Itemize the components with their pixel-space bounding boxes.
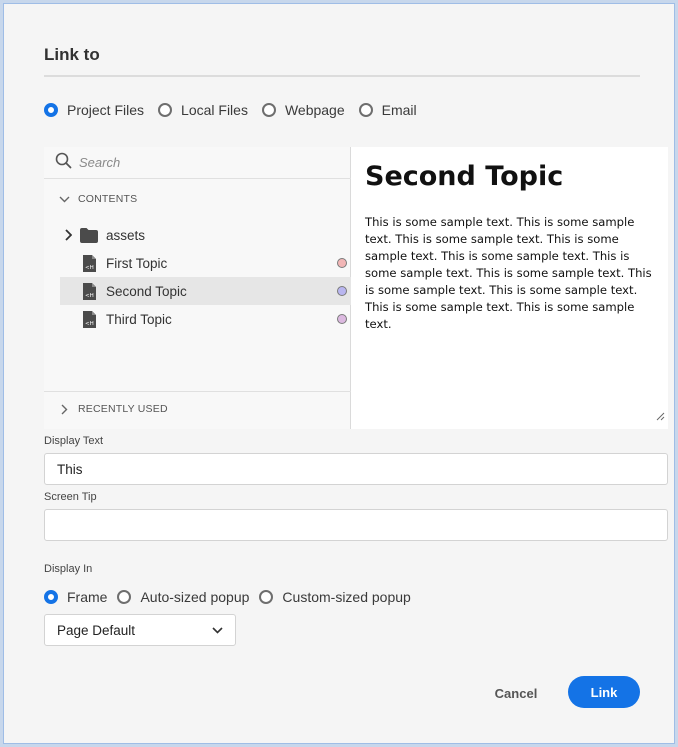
radio-dot[interactable] <box>44 590 58 604</box>
tree-item-third-topic[interactable]: <H Third Topic <box>60 305 351 333</box>
contents-label: CONTENTS <box>78 193 138 205</box>
radio-label: Local Files <box>181 102 248 118</box>
link-button[interactable]: Link <box>568 676 640 708</box>
chevron-down-icon <box>212 621 223 639</box>
tree-item-assets[interactable]: assets <box>60 221 351 249</box>
topic-file-icon: <H <box>80 282 98 300</box>
radio-local-files[interactable]: Local Files <box>158 102 248 118</box>
screen-tip-input[interactable] <box>44 509 668 541</box>
search-input[interactable] <box>79 155 319 170</box>
radio-custom-sized-popup[interactable]: Custom-sized popup <box>259 589 411 605</box>
dialog-title: Link to <box>44 45 100 64</box>
radio-dot[interactable] <box>261 103 276 117</box>
tree-item-label: First Topic <box>106 255 168 271</box>
radio-dot[interactable] <box>44 103 58 117</box>
radio-dot[interactable] <box>259 590 274 604</box>
radio-label: Custom-sized popup <box>282 589 411 605</box>
radio-frame[interactable]: Frame <box>44 589 107 605</box>
screen-tip-label: Screen Tip <box>44 491 97 503</box>
chevron-down-icon <box>56 196 72 203</box>
resize-grip-icon[interactable] <box>656 408 665 426</box>
tree-item-label: Second Topic <box>106 283 187 299</box>
folder-icon <box>80 226 98 244</box>
display-in-group: Frame Auto-sized popup Custom-sized popu… <box>44 589 425 605</box>
radio-auto-sized-popup[interactable]: Auto-sized popup <box>117 589 249 605</box>
radio-label: Frame <box>67 589 108 605</box>
search-icon <box>55 152 72 174</box>
status-badge <box>337 286 347 296</box>
svg-text:<H: <H <box>85 265 94 271</box>
radio-dot[interactable] <box>358 103 373 117</box>
window-select-value: Page Default <box>57 622 136 638</box>
preview-title: Second Topic <box>365 161 564 192</box>
display-text-input[interactable] <box>44 453 668 485</box>
chevron-right-icon <box>56 404 72 415</box>
status-badge <box>337 258 347 268</box>
radio-label: Webpage <box>284 102 345 118</box>
tree-item-first-topic[interactable]: <H First Topic <box>60 249 351 277</box>
radio-dot[interactable] <box>117 590 132 604</box>
topic-file-icon: <H <box>80 254 98 272</box>
chevron-right-icon[interactable] <box>60 229 76 241</box>
tree-item-label: Third Topic <box>106 311 172 327</box>
radio-label: Auto-sized popup <box>140 589 250 605</box>
recently-used-section-header[interactable]: RECENTLY USED <box>56 403 168 415</box>
window-select[interactable]: Page Default <box>44 614 236 646</box>
title-divider <box>44 75 640 77</box>
display-text-label: Display Text <box>44 435 104 447</box>
project-browser: CONTENTS assets <H First Topic <box>44 147 668 429</box>
radio-email[interactable]: Email <box>358 102 417 118</box>
preview-body: This is some sample text. This is some s… <box>365 215 652 331</box>
file-tree-pane: CONTENTS assets <H First Topic <box>44 147 351 429</box>
radio-project-files[interactable]: Project Files <box>44 102 144 118</box>
status-badge <box>337 314 347 324</box>
radio-webpage[interactable]: Webpage <box>261 102 345 118</box>
svg-text:<H: <H <box>85 293 94 299</box>
radio-label: Project Files <box>67 102 145 118</box>
link-to-dialog: Link to Project Files Local Files Webpag… <box>3 3 675 744</box>
contents-section-header[interactable]: CONTENTS <box>56 193 137 205</box>
svg-text:<H: <H <box>85 321 94 327</box>
link-type-group: Project Files Local Files Webpage Email <box>44 102 431 118</box>
cancel-button[interactable]: Cancel <box>484 677 548 709</box>
radio-dot[interactable] <box>158 103 173 117</box>
topic-file-icon: <H <box>80 310 98 328</box>
tree-item-second-topic[interactable]: <H Second Topic <box>60 277 351 305</box>
radio-label: Email <box>381 102 417 118</box>
recently-used-label: RECENTLY USED <box>78 403 168 415</box>
search-bar <box>44 147 351 179</box>
display-in-label: Display In <box>44 563 93 575</box>
topic-preview-pane: Second Topic This is some sample text. T… <box>353 147 668 429</box>
tree-item-label: assets <box>106 227 146 243</box>
recent-divider <box>44 391 351 392</box>
